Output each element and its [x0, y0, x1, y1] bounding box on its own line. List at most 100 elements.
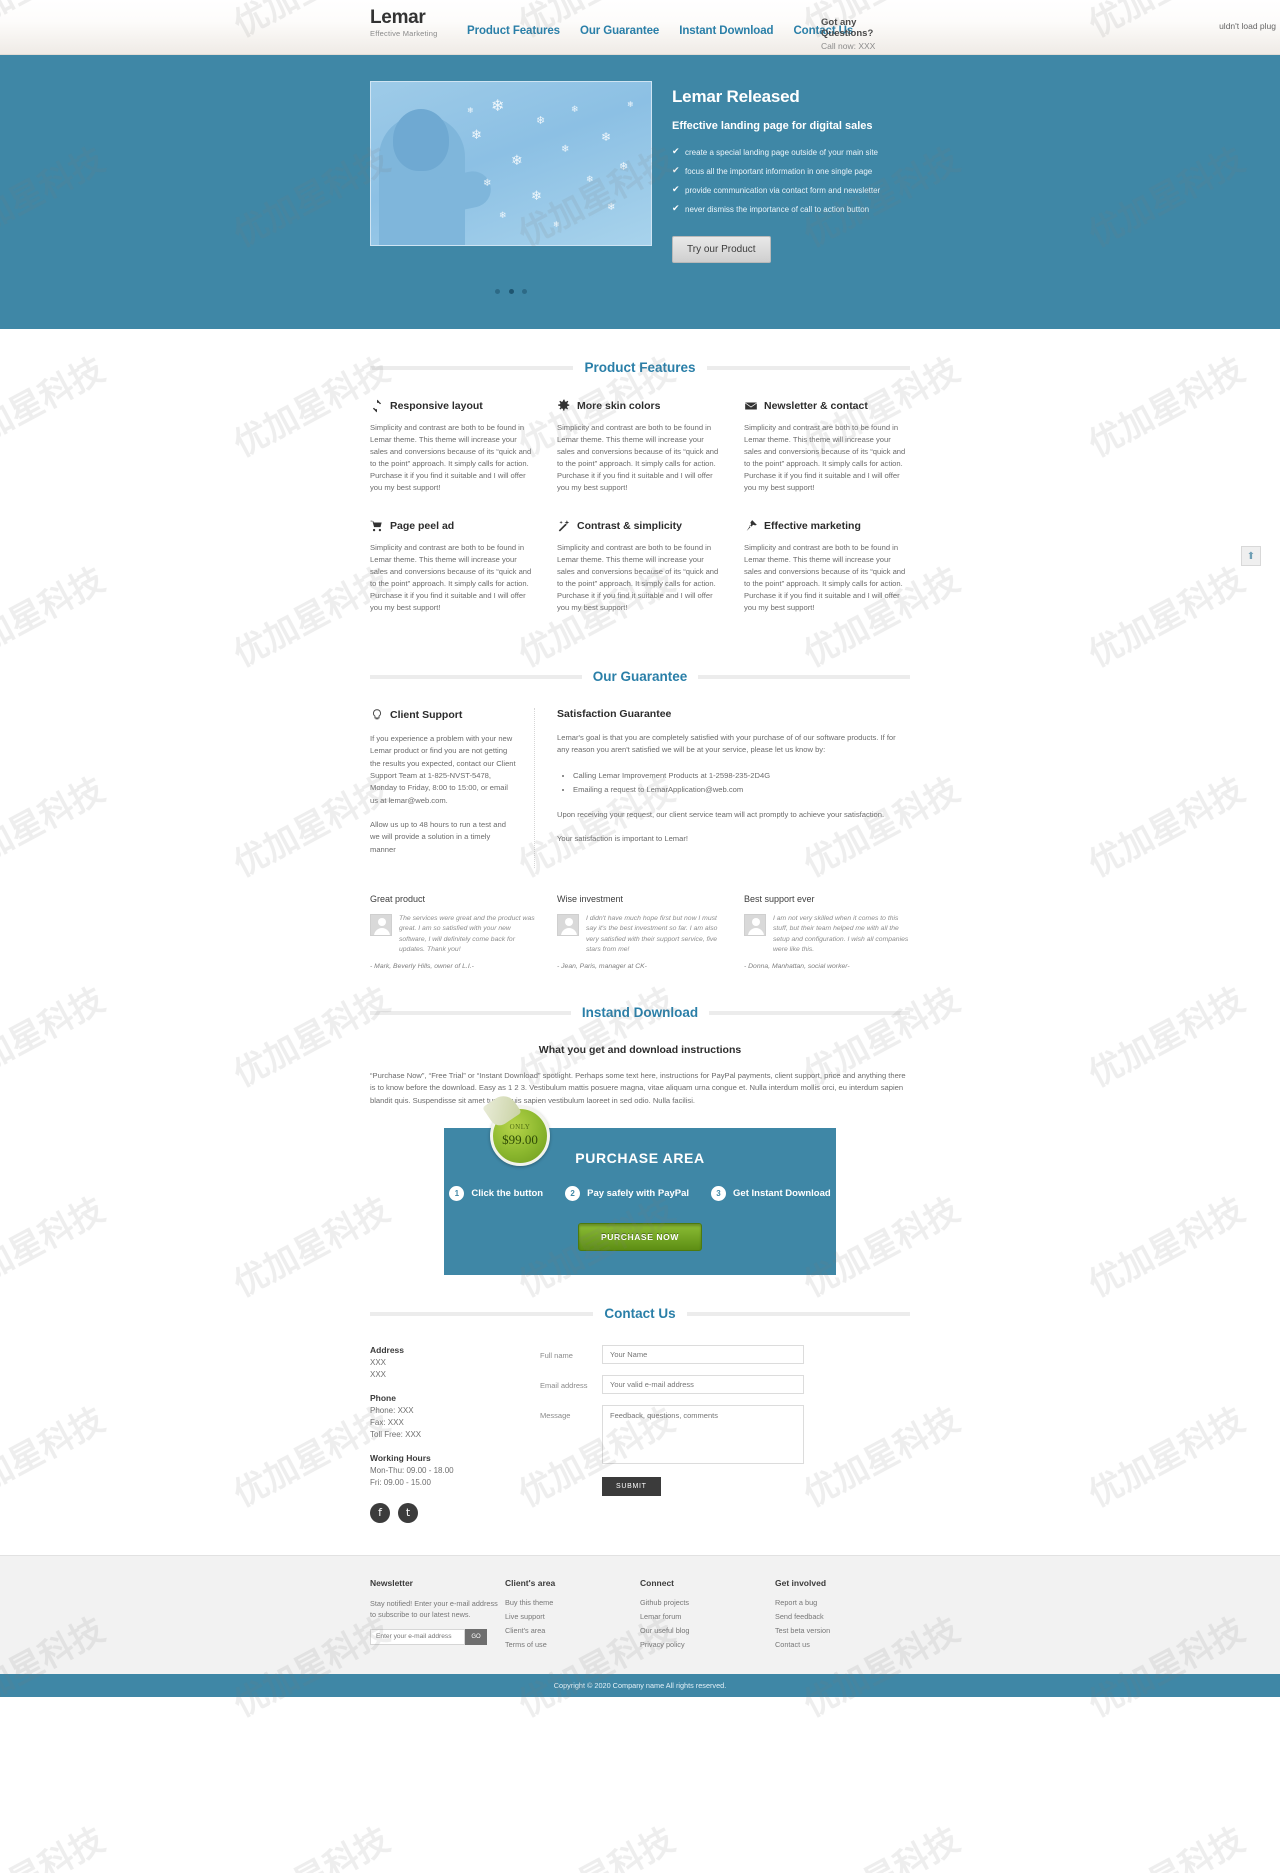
nav-item-our-guarantee[interactable]: Our Guarantee [580, 25, 659, 37]
footer-link[interactable]: Lemar forum [640, 1612, 775, 1621]
client-support-paragraph: If you experience a problem with your ne… [370, 734, 516, 805]
footer-link[interactable]: Contact us [775, 1640, 910, 1649]
facebook-icon[interactable]: f [370, 1502, 390, 1523]
footer-column-clients-area: Client's area Buy this theme Live suppor… [505, 1578, 640, 1654]
section-heading-contact: Contact Us [370, 1305, 910, 1323]
newsletter-email-input[interactable] [370, 1628, 465, 1645]
testimonial-heading: Great product [370, 893, 426, 904]
nav-item-product-features[interactable]: Product Features [467, 25, 560, 37]
copyright-bar: Copyright © 2020 Company name All rights… [0, 1673, 1280, 1697]
purchase-steps: 1 Click the button 2 Pay safely with Pay… [444, 1185, 836, 1201]
testimonial-heading: Best support ever [744, 893, 815, 904]
satisfaction-paragraph: Lemar's goal is that you are completely … [557, 733, 896, 755]
slider-dot-1[interactable] [495, 289, 501, 294]
avatar [370, 913, 392, 936]
snowflake-icon: ❄ [531, 188, 542, 203]
questions-phone: Call now: XXX [821, 41, 876, 51]
section-title-text: Instand Download [570, 1004, 710, 1020]
watermark-text: 优加星科技 [223, 1813, 396, 1873]
back-to-top-button[interactable]: ⬆ [1241, 546, 1261, 566]
footer-column-title: Connect [640, 1577, 674, 1588]
feature-title: Page peel ad [390, 519, 455, 532]
newsletter-go-button[interactable]: GO [465, 1628, 487, 1645]
full-name-input[interactable] [602, 1344, 804, 1364]
feature-body: Simplicity and contrast are both to be f… [370, 423, 532, 493]
feature-card: Responsive layout Simplicity and contras… [370, 399, 535, 495]
footer-link[interactable]: Terms of use [505, 1640, 640, 1649]
footer-link[interactable]: Report a bug [775, 1598, 910, 1607]
download-subtitle: What you get and download instructions [538, 1043, 742, 1056]
snowflake-icon: ❄ [499, 210, 507, 220]
slider-dot-3[interactable] [521, 289, 527, 294]
testimonial-quote: I am not very skilled when it comes to t… [773, 914, 909, 954]
hours-lines: Mon-Thu: 09.00 - 18.00 Fri: 09.00 - 15.0… [370, 1465, 454, 1487]
contact-form: Full name Email address Message SUBMIT [540, 1344, 910, 1523]
site-footer: Newsletter Stay notified! Enter your e-m… [0, 1554, 1280, 1674]
testimonials-row: Great product The services were great an… [370, 894, 910, 970]
snowflake-icon: ❄ [471, 127, 482, 142]
step-number: 3 [711, 1185, 727, 1201]
slider-dot-2[interactable] [508, 289, 514, 294]
snowflake-icon: ❄ [627, 100, 634, 109]
badge-only-label: ONLY [509, 1123, 531, 1132]
newsletter-title: Newsletter [370, 1577, 413, 1588]
footer-link[interactable]: Send feedback [775, 1612, 910, 1621]
footer-link[interactable]: Live support [505, 1612, 640, 1621]
snowflake-icon: ❄ [619, 161, 629, 173]
footer-link[interactable]: Our useful blog [640, 1626, 775, 1635]
testimonial-author: - Jean, Paris, manager at CK- [557, 962, 647, 970]
nav-item-instant-download[interactable]: Instant Download [679, 25, 773, 37]
snowflake-icon: ❄ [561, 144, 570, 155]
testimonial-quote: I didn't have much hope first but now I … [586, 914, 718, 954]
footer-link[interactable]: Buy this theme [505, 1598, 640, 1607]
step-number: 1 [449, 1185, 465, 1201]
site-header: Lemar Effective Marketing Product Featur… [0, 0, 1280, 55]
footer-column-title: Client's area [505, 1577, 556, 1588]
submit-button[interactable]: SUBMIT [602, 1476, 661, 1496]
footer-link[interactable]: Github projects [640, 1598, 775, 1607]
feature-body: Simplicity and contrast are both to be f… [557, 423, 719, 493]
message-textarea[interactable] [602, 1404, 804, 1464]
snowflake-icon: ❄ [601, 130, 612, 144]
testimonial-author: - Donna, Manhattan, social worker- [744, 962, 850, 970]
satisfaction-paragraph: Upon receiving your request, our client … [557, 809, 885, 819]
questions-title: Got any Questions? [821, 17, 874, 39]
hero-bullet-list: create a special landing page outside of… [672, 146, 910, 215]
snowflake-icon: ❄ [511, 152, 523, 168]
snowflake-icon: ❄ [586, 174, 594, 184]
feature-card: Effective marketing Simplicity and contr… [744, 519, 909, 615]
footer-link[interactable]: Privacy policy [640, 1640, 775, 1649]
hero-bullet: create a special landing page outside of… [672, 146, 910, 158]
phone-lines: Phone: XXX Fax: XXX Toll Free: XXX [370, 1405, 422, 1439]
footer-newsletter: Newsletter Stay notified! Enter your e-m… [370, 1578, 505, 1654]
purchase-step: 3 Get Instant Download [711, 1185, 831, 1201]
footer-link[interactable]: Test beta version [775, 1626, 910, 1635]
contact-section: Contact Us Address XXX XXX Phone Phone: … [370, 1305, 910, 1523]
hero-section: ❄ ❄ ❄ ❄ ❄ ❄ ❄ ❄ ❄ ❄ ❄ ❄ ❄ ❄ ❄ ❄ Lemar Re… [0, 55, 1280, 329]
purchase-step: 1 Click the button [449, 1185, 543, 1201]
guarantee-section: Our Guarantee Client Support If you expe… [370, 668, 910, 970]
watermark-text: 优加星科技 [793, 1813, 966, 1873]
satisfaction-title: Satisfaction Guarantee [557, 708, 672, 721]
try-product-button[interactable]: Try our Product [672, 236, 771, 263]
footer-link[interactable]: Client's area [505, 1626, 640, 1635]
section-title-text: Contact Us [593, 1305, 687, 1321]
address-title: Address [370, 1344, 405, 1355]
envelope-icon [745, 402, 757, 410]
section-heading-features: Product Features [370, 359, 910, 377]
testimonial-author: - Mark, Beverly Hills, owner of L.I.- [370, 962, 474, 970]
purchase-now-button[interactable]: PURCHASE NOW [577, 1222, 703, 1251]
avatar [557, 913, 579, 936]
testimonial-heading: Wise investment [557, 893, 624, 904]
full-name-label: Full name [540, 1350, 573, 1360]
footer-column-get-involved: Get involved Report a bug Send feedback … [775, 1578, 910, 1654]
email-input[interactable] [602, 1374, 804, 1394]
cart-icon [370, 520, 382, 531]
brand-logo[interactable]: Lemar Effective Marketing [370, 8, 437, 39]
twitter-icon[interactable]: t [398, 1502, 418, 1523]
step-label: Pay safely with PayPal [587, 1187, 690, 1199]
feature-title: Contrast & simplicity [577, 519, 683, 532]
client-support-paragraph: Allow us up to 48 hours to run a test an… [370, 819, 506, 854]
feature-body: Simplicity and contrast are both to be f… [370, 542, 532, 613]
hero-figure-silhouette [379, 109, 465, 245]
